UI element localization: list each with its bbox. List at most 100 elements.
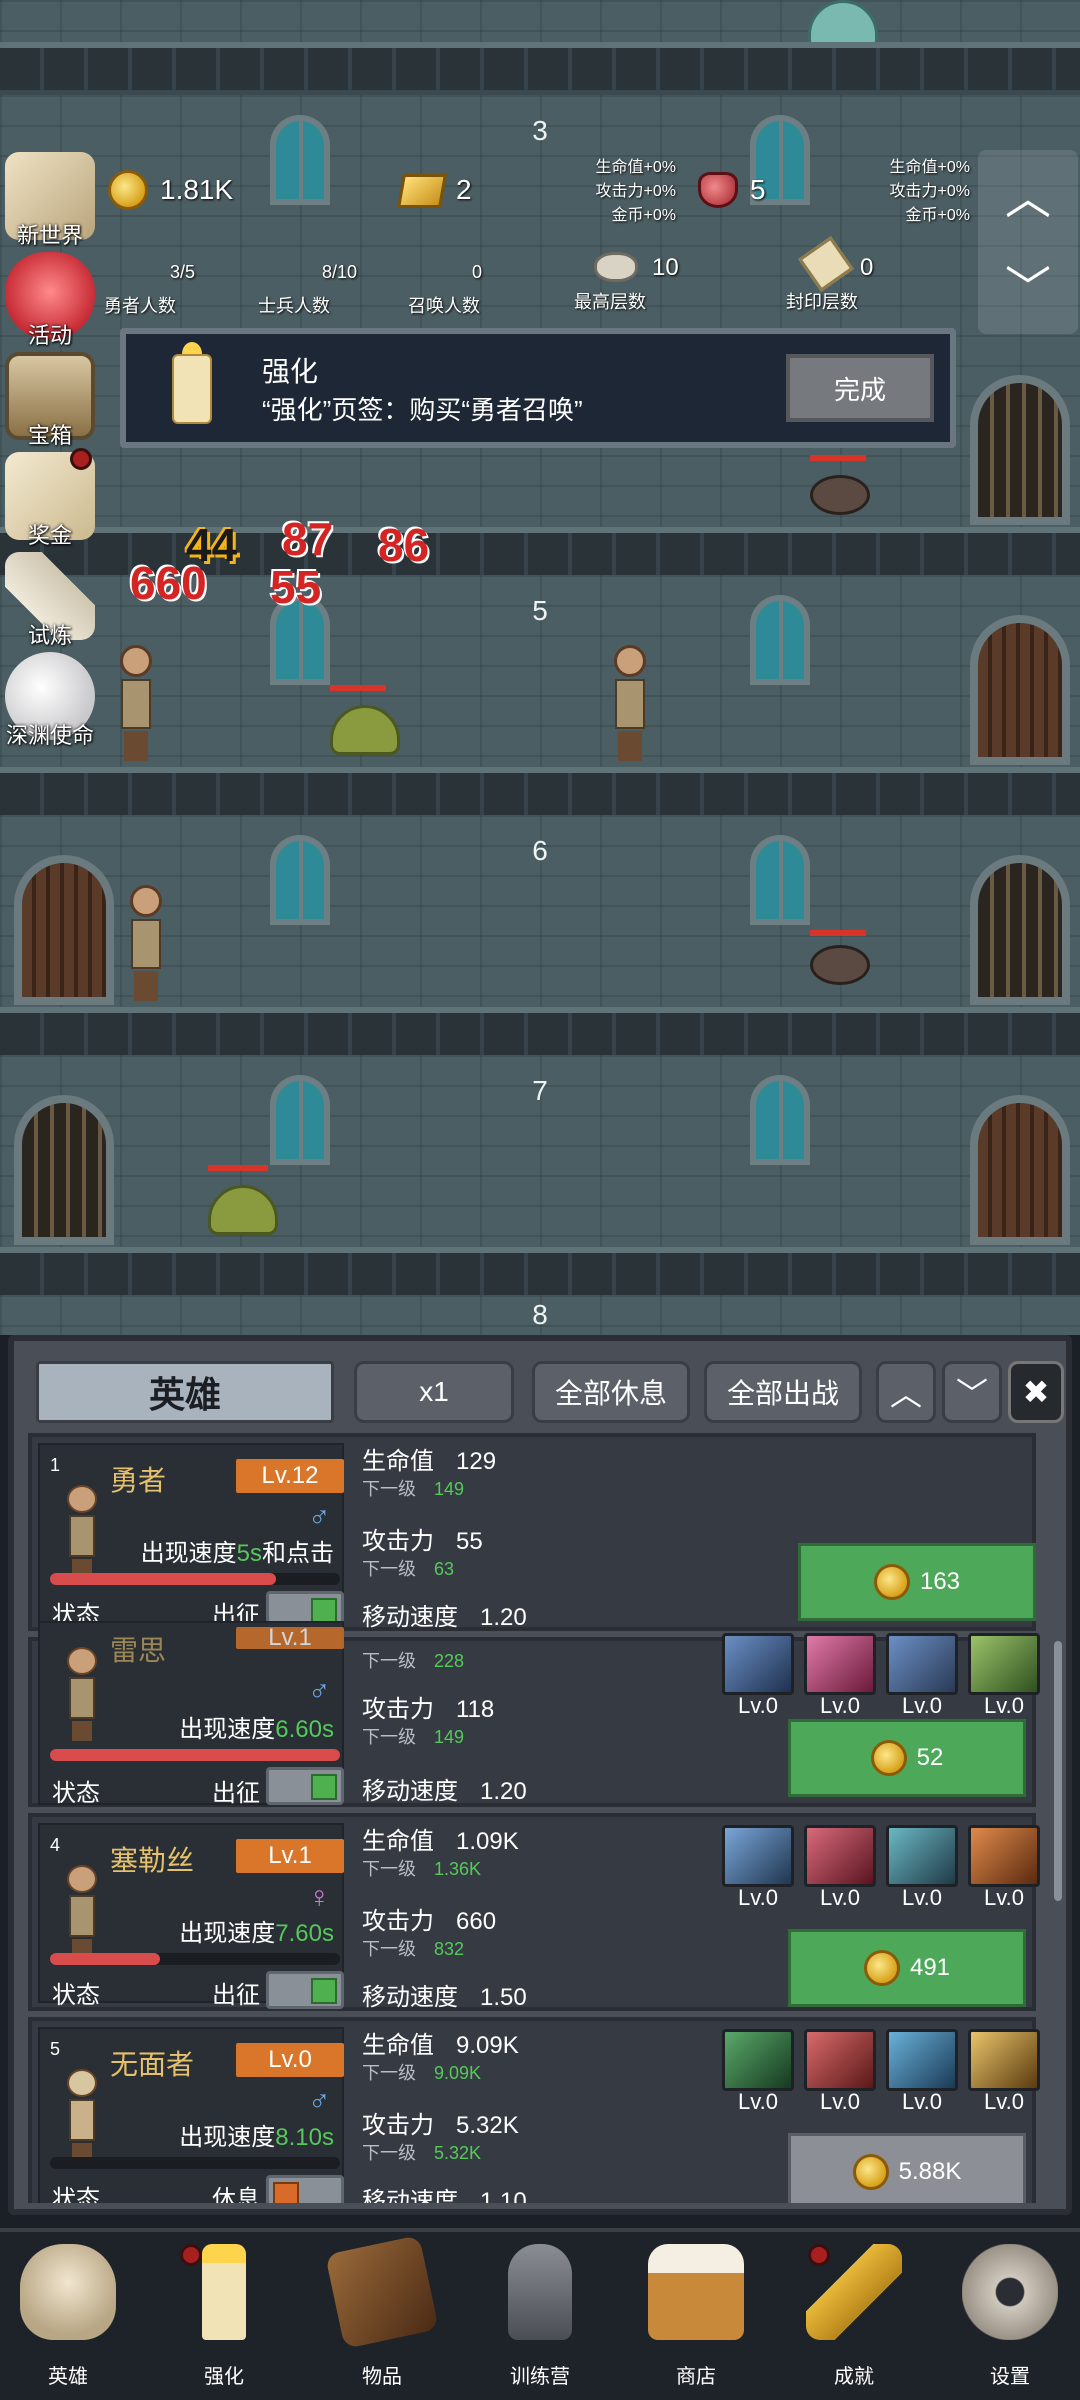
nav-training[interactable]: 训练营 — [480, 2244, 600, 2394]
nav-label: 英雄 — [48, 2366, 88, 2388]
list-scrollbar[interactable] — [1054, 1641, 1062, 1901]
window — [270, 1075, 330, 1165]
atk-next: 下一级 63 — [362, 1559, 455, 1579]
deploy-toggle[interactable] — [266, 1767, 344, 1805]
gold-bar-value: 2 — [456, 174, 472, 205]
soldiers-count: 8/10 — [322, 262, 358, 282]
atk-stat: 攻击力 55 — [362, 1528, 483, 1555]
scroll-up-button[interactable]: ︿ — [876, 1361, 936, 1423]
hero-card[interactable]: 5 无面者 Lv.0 ♂ 出现速度8.10s 状态 休息 生命值 9.09K 下一… — [28, 2017, 1040, 2203]
chevron-up-icon: ︿ — [1005, 172, 1051, 224]
hero-card[interactable]: 雷思 Lv.1 ♂ 出现速度6.60s 状态 出征 下一级 228 攻击力 118 … — [28, 1621, 1040, 1807]
scroll-down-button[interactable]: ﹀ — [942, 1361, 1002, 1423]
upgrade-cost: 163 — [919, 1568, 961, 1595]
skill-slot[interactable]: Lv.0 — [804, 2029, 876, 2115]
hero-hp-fill — [50, 1749, 340, 1761]
enemy-hp-bar — [810, 455, 866, 461]
side-item-abyss[interactable]: 深渊使命 — [0, 652, 100, 752]
floor-down-button[interactable]: ﹀ — [978, 240, 1078, 330]
hero-sprite[interactable] — [116, 645, 156, 765]
window — [750, 835, 810, 925]
side-item-trial[interactable]: 试炼 — [0, 552, 100, 652]
chevron-up-icon: ︿ — [889, 1376, 922, 1412]
floor-up-button[interactable]: ︿ — [978, 150, 1078, 240]
nav-label: 强化 — [204, 2366, 244, 2388]
slime-enemy[interactable] — [330, 705, 400, 755]
nav-enhance[interactable]: 强化 — [164, 2244, 284, 2394]
floor-strip — [0, 42, 1080, 90]
side-item-new-world[interactable]: 新世界 — [0, 152, 100, 252]
hero-list[interactable]: 1 勇者 Lv.12 ♂ 出现速度5s和点击 状态 出征 生命值 129 下一级 1… — [28, 1433, 1064, 2203]
deploy-all-button[interactable]: 全部出战 — [704, 1361, 862, 1423]
upgrade-button[interactable]: 491 — [788, 1929, 1026, 2007]
toggle-knob — [311, 1774, 337, 1800]
skill-slot[interactable]: Lv.0 — [968, 2029, 1040, 2115]
skill-slot[interactable]: Lv.0 — [722, 1633, 794, 1719]
floor-8: 8 — [0, 1295, 1080, 1335]
upgrade-button[interactable]: 5.88K — [788, 2133, 1026, 2203]
spider-enemy[interactable] — [810, 945, 870, 985]
skill-slot[interactable]: Lv.0 — [722, 1825, 794, 1911]
level-badge: Lv.1 — [236, 1839, 344, 1873]
heroes-count: 3/5 — [170, 262, 196, 282]
side-item-event[interactable]: 活动 — [0, 252, 100, 352]
nav-label: 设置 — [990, 2366, 1030, 2388]
notification-dot — [70, 448, 92, 470]
skill-slot[interactable]: Lv.0 — [886, 1825, 958, 1911]
skill-slot[interactable]: Lv.0 — [886, 2029, 958, 2115]
deploy-toggle[interactable] — [266, 1971, 344, 2009]
bonus-atk: 攻击力+0% — [595, 183, 676, 200]
gold-coin-icon — [108, 170, 148, 210]
skill-slot[interactable]: Lv.0 — [804, 1825, 876, 1911]
nav-settings[interactable]: 设置 — [950, 2244, 1070, 2394]
nav-achievements[interactable]: 成就 — [794, 2244, 914, 2394]
skill-slot[interactable]: Lv.0 — [968, 1825, 1040, 1911]
bottom-nav: 英雄 强化 物品 训练营 商店 成就 设置 — [0, 2228, 1080, 2400]
hero-sprite — [60, 1865, 104, 1961]
upgrade-button[interactable]: 52 — [788, 1719, 1026, 1797]
multiplier-button[interactable]: x1 — [354, 1361, 514, 1423]
upgrade-button[interactable]: 163 — [798, 1543, 1036, 1621]
floor-number: 7 — [532, 1075, 548, 1106]
hero-card[interactable]: 4 塞勒丝 Lv.1 ♀ 出现速度7.60s 状态 出征 生命值 1.09K 下一… — [28, 1813, 1040, 2011]
hero-name: 雷思 — [110, 1635, 167, 1666]
hero-card[interactable]: 1 勇者 Lv.12 ♂ 出现速度5s和点击 状态 出征 生命值 129 下一级 1… — [28, 1433, 1036, 1631]
hero-hp-fill — [50, 1573, 277, 1585]
nav-label: 商店 — [676, 2366, 716, 2388]
nav-label: 成就 — [834, 2366, 874, 2388]
tower-scene[interactable]: 3 5 6 7 8 44 87 86 660 55 1.81K 2 生命值+0%… — [0, 0, 1080, 1335]
male-icon: ♂ — [308, 1501, 331, 1534]
tab-heroes[interactable]: 英雄 — [36, 1361, 334, 1423]
enemy-hp-bar — [810, 930, 866, 936]
nav-heroes[interactable]: 英雄 — [8, 2244, 128, 2394]
hero-sprite[interactable] — [126, 885, 166, 1005]
skill-slot[interactable]: Lv.0 — [968, 1633, 1040, 1719]
skill-slot[interactable]: Lv.0 — [804, 1633, 876, 1719]
skill-slot[interactable]: Lv.0 — [722, 2029, 794, 2115]
bonus-hp: 生命值+0% — [889, 159, 970, 176]
rest-all-button[interactable]: 全部休息 — [532, 1361, 690, 1423]
nav-items[interactable]: 物品 — [322, 2235, 442, 2394]
close-panel-button[interactable]: ✖ — [1008, 1361, 1064, 1423]
hero-hp-fill — [50, 1953, 161, 1965]
bonus-hp: 生命值+0% — [595, 159, 676, 176]
hero-sprite[interactable] — [610, 645, 650, 765]
nav-shop[interactable]: 商店 — [636, 2244, 756, 2394]
side-item-chest[interactable]: 宝箱 — [0, 352, 100, 452]
summon-label: 召唤人数 — [408, 296, 480, 316]
gem-counter: 5 — [698, 168, 818, 216]
damage-number: 660 — [130, 557, 207, 609]
floor-strip — [0, 767, 1080, 815]
spider-enemy[interactable] — [810, 475, 870, 515]
slime-enemy[interactable] — [208, 1185, 278, 1235]
gold-coin-icon — [863, 1950, 900, 1986]
quest-complete-button[interactable]: 完成 — [786, 354, 934, 422]
floor-number: 3 — [532, 115, 548, 146]
toggle-knob — [311, 1978, 337, 2004]
deploy-toggle[interactable] — [266, 2175, 344, 2203]
gear-icon — [962, 2244, 1058, 2340]
status-label: 状态 — [52, 2186, 100, 2203]
side-item-bonus[interactable]: 奖金 — [0, 448, 100, 552]
bonus-gold: 金币+0% — [905, 207, 970, 224]
skill-slot[interactable]: Lv.0 — [886, 1633, 958, 1719]
